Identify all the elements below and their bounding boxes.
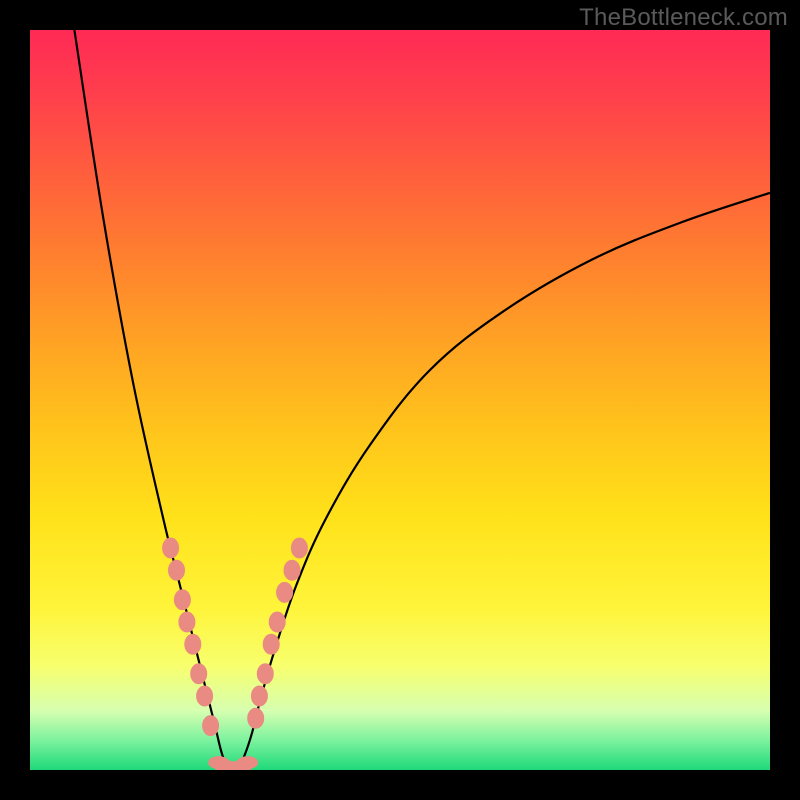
marker-dot [277, 582, 293, 602]
watermark-text: TheBottleneck.com [579, 4, 788, 32]
marker-dot [185, 634, 201, 654]
marker-dot [251, 686, 267, 706]
marker-dot [179, 612, 195, 632]
marker-dot [291, 538, 307, 558]
marker-dot [203, 716, 219, 736]
bottleneck-curve [74, 30, 770, 770]
marker-dot [174, 590, 190, 610]
plot-area [30, 30, 770, 770]
marker-dot [163, 538, 179, 558]
marker-dot [191, 664, 207, 684]
marker-dot [257, 664, 273, 684]
marker-dot [284, 560, 300, 580]
marker-group-bottom [209, 757, 258, 770]
bottleneck-svg [30, 30, 770, 770]
marker-dot [263, 634, 279, 654]
marker-dot [169, 560, 185, 580]
marker-dot [238, 757, 258, 769]
marker-dot [197, 686, 213, 706]
marker-dot [269, 612, 285, 632]
marker-dot [248, 708, 264, 728]
chart-frame: TheBottleneck.com [0, 0, 800, 800]
marker-group-right [248, 538, 308, 728]
